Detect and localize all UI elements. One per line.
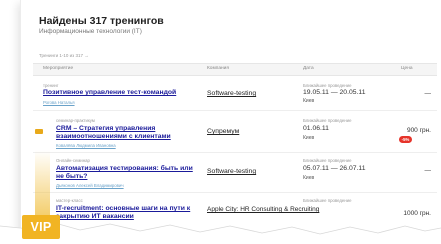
column-header-event[interactable]: Мероприятие — [43, 66, 73, 71]
table-header — [33, 63, 437, 76]
row-divider — [33, 110, 437, 111]
date-label: Ближайшее проведение — [303, 83, 352, 88]
discount-badge: -5% — [399, 136, 412, 143]
pagination-link[interactable]: Тренинги 1-10 из 317 → — [39, 53, 89, 58]
vip-badge: VIP — [22, 215, 60, 239]
row-divider — [33, 152, 437, 153]
event-price: 1000 грн. — [403, 210, 431, 217]
event-price: — — [424, 167, 432, 174]
event-city: Киев — [303, 175, 315, 181]
event-title-link[interactable]: IT-recruitment: основные шаги на пути к … — [56, 205, 202, 221]
column-header-date[interactable]: Дата — [303, 66, 314, 71]
company-link[interactable]: Software-testing — [207, 90, 256, 97]
event-type: семинар-практикум — [56, 118, 95, 123]
trainer-link[interactable]: Рогова Наталья — [43, 100, 75, 105]
date-label: Ближайшее проведение — [303, 158, 352, 163]
event-price: 900 грн. — [406, 127, 431, 134]
event-title-link[interactable]: CRM – Стратегия управления взаимоотношен… — [56, 125, 202, 141]
event-price: — — [424, 90, 432, 97]
column-header-company[interactable]: Компания — [207, 66, 229, 71]
company-link[interactable]: Apple City: HR Consulting & Recruiting — [207, 206, 319, 213]
event-title-link[interactable]: Автоматизация тестирования: быть или не … — [56, 165, 202, 181]
event-date: 05.07.11 — 26.07.11 — [303, 165, 366, 172]
category-subtitle: Информационные технологии (IT) — [39, 28, 142, 35]
event-city: Киев — [303, 135, 315, 141]
date-label: Ближайшее проведение — [303, 198, 352, 203]
company-link[interactable]: Супремум — [207, 128, 239, 135]
event-city: Киев — [303, 98, 315, 104]
event-type: мастер-класс — [56, 198, 83, 203]
page-title: Найдены 317 тренингов — [39, 15, 164, 27]
event-type: тренинг — [43, 83, 59, 88]
trainer-link[interactable]: Дьяконов Алексей Владимирович — [56, 183, 124, 188]
column-header-price[interactable]: Цена — [401, 66, 413, 71]
event-title-link[interactable]: Позитивное управление тест-командой — [43, 89, 189, 97]
vip-marker-icon — [35, 129, 43, 134]
event-date: 01.06.11 — [303, 125, 329, 132]
date-label: Ближайшее проведение — [303, 118, 352, 123]
event-date: 19.05.11 — 20.05.11 — [303, 89, 366, 96]
training-list-card: Найдены 317 тренингов Информационные тех… — [20, 0, 441, 236]
vip-highlight-strip — [35, 150, 50, 216]
company-link[interactable]: Software-testing — [207, 168, 256, 175]
event-type: Онлайн-семинар — [56, 158, 90, 163]
trainer-link[interactable]: Ковалёва Людмила Ивановна — [56, 143, 116, 148]
row-divider — [33, 192, 437, 193]
